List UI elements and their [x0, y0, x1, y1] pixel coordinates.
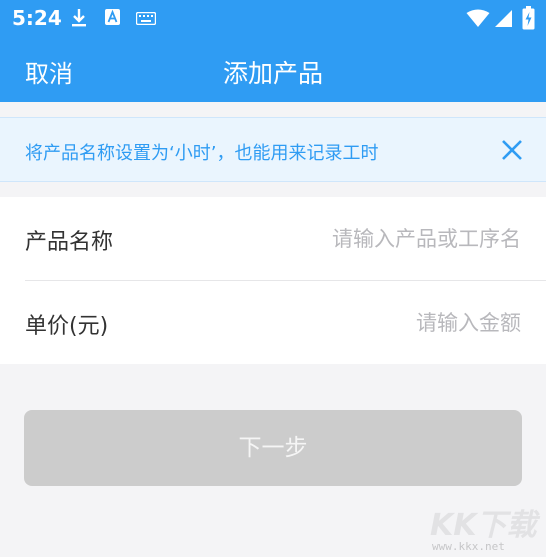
- next-step-button[interactable]: 下一步: [24, 410, 522, 486]
- nav-bar: 取消 添加产品: [0, 36, 546, 102]
- product-name-input[interactable]: [241, 219, 521, 259]
- watermark-text: KK下载: [430, 508, 537, 543]
- keyboard-icon: [136, 12, 156, 25]
- notice-banner: 将产品名称设置为‘小时’，也能用来记录工时: [0, 117, 546, 182]
- close-icon[interactable]: [500, 138, 524, 162]
- status-bar: 5:24: [0, 0, 546, 36]
- status-time: 5:24: [12, 6, 62, 30]
- a-icon: [105, 9, 120, 25]
- form-row-product-name: 产品名称: [0, 197, 546, 281]
- unit-price-input[interactable]: [241, 303, 521, 343]
- page-title: 添加产品: [222, 59, 323, 88]
- unit-price-label: 单价(元): [25, 314, 109, 339]
- wifi-icon: [466, 9, 490, 27]
- battery-charging-icon: [522, 6, 535, 30]
- download-icon: [72, 9, 86, 27]
- product-name-label: 产品名称: [25, 230, 114, 255]
- product-form: 产品名称 单价(元): [0, 197, 546, 364]
- form-row-unit-price: 单价(元): [0, 281, 546, 364]
- signal-icon: [495, 10, 512, 27]
- notice-text: 将产品名称设置为‘小时’，也能用来记录工时: [25, 143, 379, 164]
- watermark-url: www.kkx.net: [432, 540, 505, 553]
- watermark-logo: KK下载 www.kkx.net: [430, 500, 542, 554]
